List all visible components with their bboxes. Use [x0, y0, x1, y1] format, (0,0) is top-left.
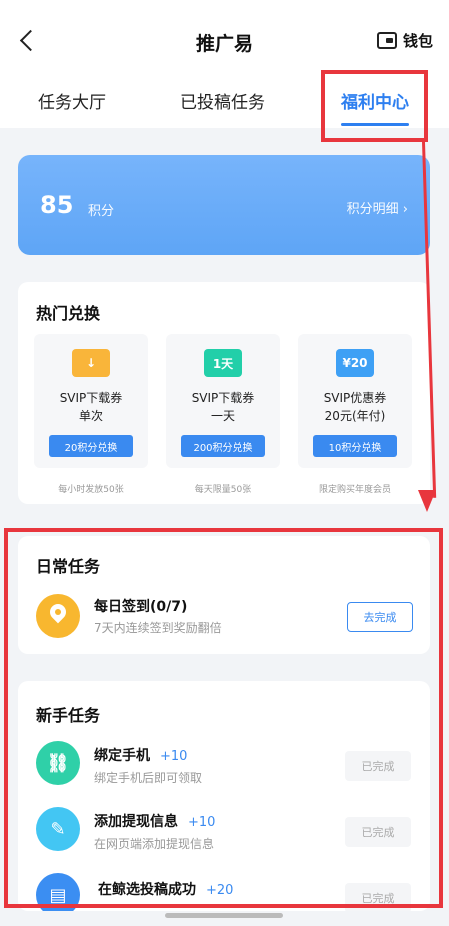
active-tab-indicator [341, 123, 409, 126]
completed-button: 已完成 [345, 751, 411, 781]
completed-button: 已完成 [345, 883, 411, 911]
coupon-item[interactable]: 1天 SVIP下载券 一天 200积分兑换 [166, 334, 280, 468]
points-value: 85 [40, 191, 74, 219]
checkin-task-desc: 7天内连续签到奖励翻倍 [94, 621, 222, 635]
tab-bar: 任务大厅 已投稿任务 福利中心 [0, 80, 449, 128]
task-desc: 绑定手机后即可领取 [94, 771, 203, 785]
download-coupon-icon: ↓ [72, 349, 110, 377]
task-bonus: +10 [160, 749, 188, 764]
coupon-note: 每小时发放50张 [58, 485, 124, 495]
coupon-sub: 单次 [78, 409, 103, 423]
annotation-arrow-head [418, 490, 436, 512]
coupon-name: SVIP下载券 [59, 391, 123, 405]
exchange-button[interactable]: 10积分兑换 [313, 435, 397, 457]
link-phone-icon: ⛓ [36, 741, 80, 785]
wallet-button[interactable]: 钱包 [376, 30, 433, 51]
points-card: 85 积分 积分明细 › [18, 155, 430, 255]
newbie-tasks-title: 新手任务 [36, 706, 101, 725]
go-complete-button[interactable]: 去完成 [347, 602, 413, 632]
edit-info-icon: ✎ [36, 807, 80, 851]
tab-task-hall[interactable]: 任务大厅 [38, 88, 106, 113]
hot-exchange-card: 热门兑换 ↓ SVIP下载券 单次 20积分兑换 每小时发放50张 1天 SVI… [18, 282, 430, 504]
task-name: 添加提现信息 +10 [94, 814, 216, 830]
task-bonus: +10 [188, 815, 216, 830]
discount-coupon-icon: ¥20 [336, 349, 374, 377]
wallet-icon [376, 32, 397, 49]
task-name: 绑定手机 +10 [94, 748, 188, 764]
task-desc: 在网页端添加提现信息 [94, 837, 215, 851]
coupon-name: SVIP下载券 [191, 391, 255, 405]
tab-submitted-tasks[interactable]: 已投稿任务 [180, 88, 265, 113]
checkin-task-name: 每日签到(0/7) [94, 599, 188, 615]
tab-welfare-center[interactable]: 福利中心 [341, 88, 409, 113]
task-bonus: +20 [206, 883, 234, 898]
exchange-button[interactable]: 20积分兑换 [49, 435, 133, 457]
coupon-name: SVIP优惠券 [323, 391, 387, 405]
daily-tasks-card: 日常任务 每日签到(0/7) 7天内连续签到奖励翻倍 去完成 [18, 536, 430, 654]
daily-tasks-title: 日常任务 [36, 557, 101, 576]
points-unit: 积分 [88, 204, 115, 219]
completed-button: 已完成 [345, 817, 411, 847]
hot-exchange-title: 热门兑换 [36, 304, 101, 323]
home-indicator [165, 913, 283, 918]
task-name: 在鲸选投稿成功 +20 [98, 882, 234, 898]
coupon-note: 每天限量50张 [194, 485, 252, 495]
wallet-label: 钱包 [402, 32, 433, 50]
points-detail-link[interactable]: 积分明细 › [347, 198, 408, 217]
coupon-item[interactable]: ↓ SVIP下载券 单次 20积分兑换 [34, 334, 148, 468]
exchange-button[interactable]: 200积分兑换 [181, 435, 265, 457]
day-coupon-icon: 1天 [204, 349, 242, 377]
newbie-tasks-card: 新手任务 ⛓ 绑定手机 +10 绑定手机后即可领取 已完成 ✎ 添加提现信息 +10… [18, 681, 430, 911]
coupon-sub: 20元(年付) [324, 409, 386, 423]
submit-file-icon: ▤ [36, 873, 80, 911]
location-pin-icon [36, 594, 80, 638]
coupon-note: 限定购买年度会员 [318, 485, 391, 495]
coupon-sub: 一天 [210, 409, 235, 423]
top-bar: 推广易 钱包 [0, 0, 449, 80]
coupon-item[interactable]: ¥20 SVIP优惠券 20元(年付) 10积分兑换 [298, 334, 412, 468]
